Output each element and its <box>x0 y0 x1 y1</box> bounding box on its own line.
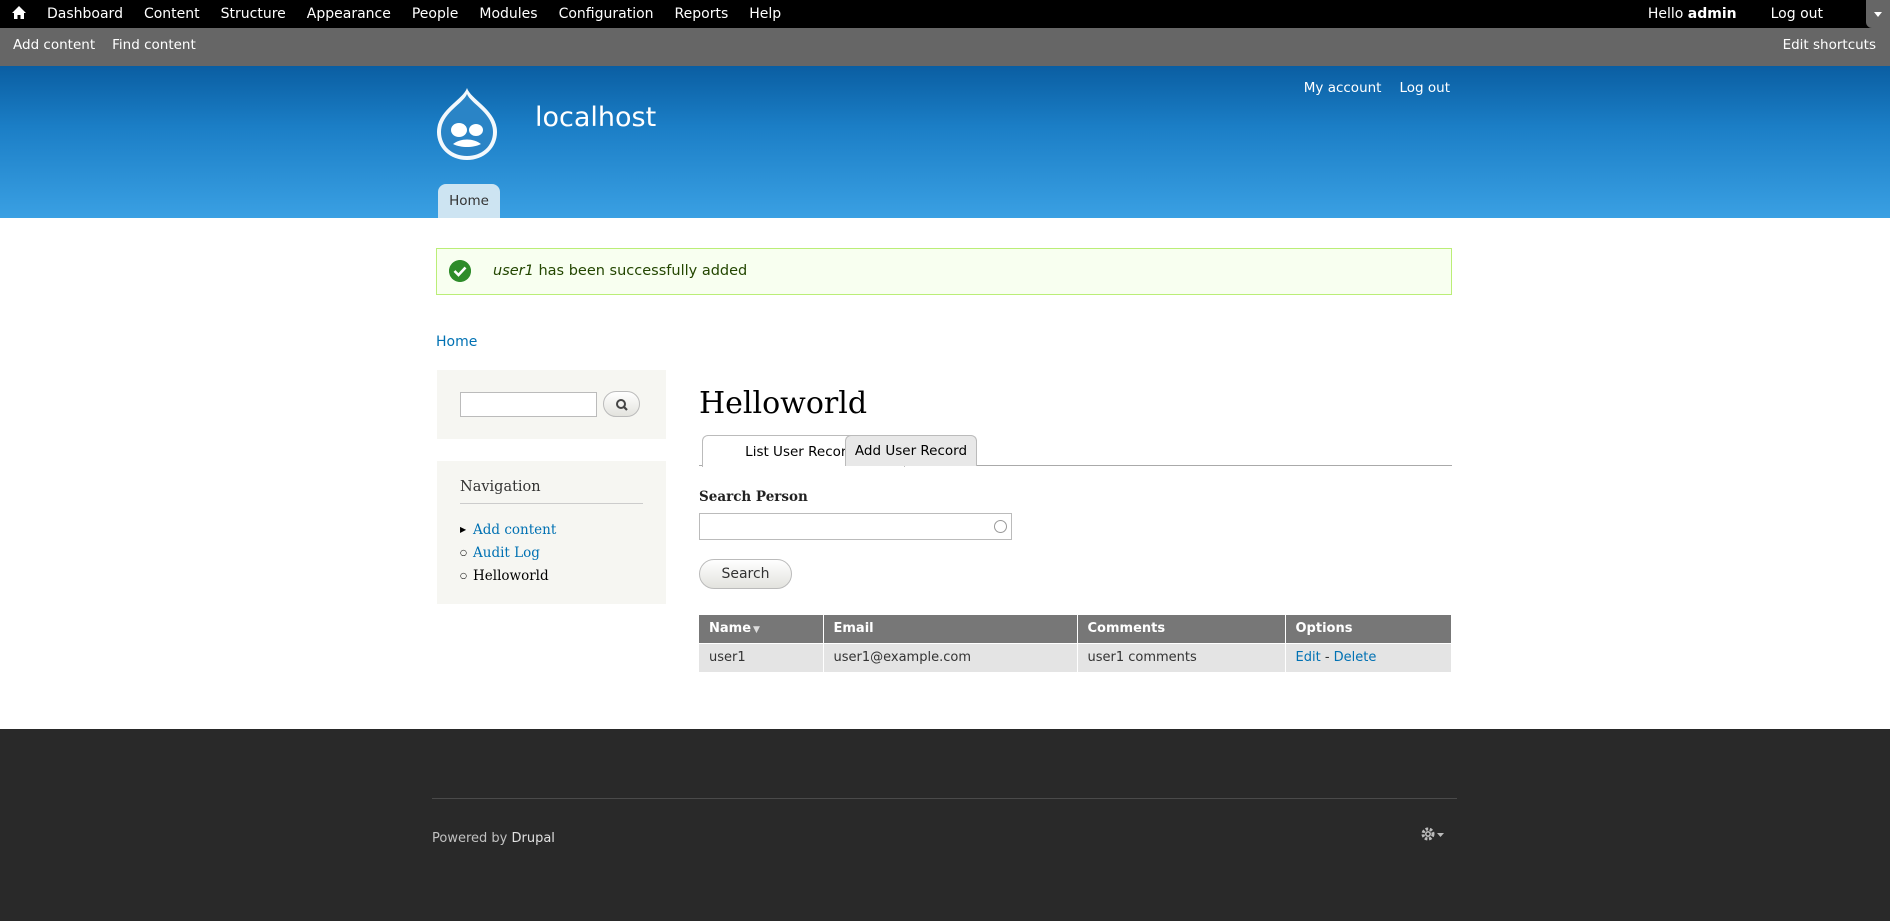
search-icon <box>616 399 628 411</box>
navigation-list: ▶ Add content ○ Audit Log ○ Helloworld <box>460 518 556 587</box>
search-person-input[interactable] <box>699 513 1012 540</box>
circle-bullet-icon: ○ <box>460 548 467 557</box>
home-icon[interactable] <box>11 3 27 21</box>
shortcut-find-content[interactable]: Find content <box>112 37 196 53</box>
hello-user: Hello admin <box>1648 6 1737 22</box>
sidebar-search-button[interactable] <box>603 391 640 417</box>
toolbar-drawer-toggle[interactable] <box>1866 0 1890 28</box>
delete-link[interactable]: Delete <box>1334 650 1377 665</box>
nav-item-add-content: ▶ Add content <box>460 518 556 541</box>
cell-options: Edit - Delete <box>1285 642 1452 672</box>
toolbar-item-help[interactable]: Help <box>749 6 781 22</box>
admin-toolbar: Dashboard Content Structure Appearance P… <box>0 0 1890 28</box>
status-message: user1 has been successfully added <box>436 248 1452 295</box>
primary-tabs: List User Records Add User Record <box>699 435 1452 467</box>
site-name[interactable]: localhost <box>535 102 656 133</box>
shortcut-bar: Add content Find content Edit shortcuts <box>0 28 1890 66</box>
column-header-email: Email <box>823 615 1078 643</box>
toolbar-item-reports[interactable]: Reports <box>675 6 729 22</box>
powered-by-prefix: Powered by <box>432 831 512 846</box>
hello-prefix: Hello <box>1647 6 1688 22</box>
status-suffix: has been successfully added <box>533 263 748 279</box>
shortcut-add-content[interactable]: Add content <box>13 37 95 53</box>
circle-bullet-icon: ○ <box>460 571 467 580</box>
sidebar-search-input[interactable] <box>460 392 597 417</box>
toolbar-menu: Dashboard Content Structure Appearance P… <box>47 0 802 28</box>
user-records-table: Name ▼ Email Comments Options user1 user1… <box>699 615 1452 672</box>
powered-by: Powered by Drupal <box>432 831 555 846</box>
footer-divider <box>432 798 1457 799</box>
column-header-options: Options <box>1285 615 1452 643</box>
status-user: user1 <box>493 263 534 279</box>
table-row: user1 user1@example.com user1 comments E… <box>699 642 1452 672</box>
toolbar-logout-link[interactable]: Log out <box>1771 6 1823 22</box>
column-header-name[interactable]: Name ▼ <box>699 615 824 643</box>
nav-link-helloworld[interactable]: Helloworld <box>473 568 549 584</box>
nav-item-audit-log: ○ Audit Log <box>460 541 556 564</box>
nav-item-helloworld: ○ Helloworld <box>460 564 556 587</box>
site-footer: Powered by Drupal <box>0 729 1890 921</box>
sort-desc-icon: ▼ <box>753 625 760 636</box>
search-person-label: Search Person <box>699 489 808 505</box>
sidebar-search-block <box>437 370 666 439</box>
options-separator: - <box>1320 650 1334 666</box>
breadcrumb[interactable]: Home <box>436 334 477 350</box>
toolbar-user: Hello admin Log out <box>1648 0 1823 28</box>
toolbar-item-people[interactable]: People <box>412 6 459 22</box>
header-logout-link[interactable]: Log out <box>1399 80 1450 96</box>
column-header-comments: Comments <box>1077 615 1286 643</box>
drupal-link[interactable]: Drupal <box>511 831 554 846</box>
expand-triangle-icon: ▶ <box>460 525 467 534</box>
column-name-label: Name <box>709 621 752 637</box>
cell-email: user1@example.com <box>823 642 1078 672</box>
nav-link-add-content[interactable]: Add content <box>473 522 556 538</box>
my-account-link[interactable]: My account <box>1304 80 1382 96</box>
secondary-menu: My account Log out <box>1286 80 1450 96</box>
toolbar-item-dashboard[interactable]: Dashboard <box>47 6 123 22</box>
toolbar-item-appearance[interactable]: Appearance <box>307 6 391 22</box>
nav-link-audit-log[interactable]: Audit Log <box>473 545 540 561</box>
autocomplete-throbber-icon <box>994 520 1007 533</box>
tab-add-label: Add User Record <box>854 443 968 459</box>
check-icon <box>449 260 471 282</box>
navigation-title: Navigation <box>460 479 541 495</box>
page-title: Helloworld <box>699 386 868 421</box>
edit-shortcuts-link[interactable]: Edit shortcuts <box>1783 28 1876 62</box>
toolbar-item-configuration[interactable]: Configuration <box>559 6 654 22</box>
navigation-block: Navigation ▶ Add content ○ Audit Log ○ Hell… <box>437 461 666 604</box>
toolbar-item-modules[interactable]: Modules <box>479 6 537 22</box>
drupal-logo-icon[interactable] <box>433 86 501 162</box>
username[interactable]: admin <box>1688 6 1737 22</box>
shortcut-list: Add content Find content <box>13 28 213 62</box>
cell-name: user1 <box>699 642 824 672</box>
site-header: localhost My account Log out Home <box>0 66 1890 218</box>
cell-comments: user1 comments <box>1077 642 1286 672</box>
toolbar-item-structure[interactable]: Structure <box>221 6 286 22</box>
search-button[interactable]: Search <box>699 559 792 589</box>
edit-link[interactable]: Edit <box>1296 650 1321 665</box>
status-text: user1 has been successfully added <box>493 263 747 279</box>
gear-icon[interactable] <box>1418 825 1448 845</box>
main-menu-home[interactable]: Home <box>438 184 500 218</box>
tab-add-user-record[interactable]: Add User Record <box>845 435 977 466</box>
toolbar-item-content[interactable]: Content <box>144 6 200 22</box>
table-header-row: Name ▼ Email Comments Options <box>699 615 1452 643</box>
navigation-divider <box>460 503 643 504</box>
